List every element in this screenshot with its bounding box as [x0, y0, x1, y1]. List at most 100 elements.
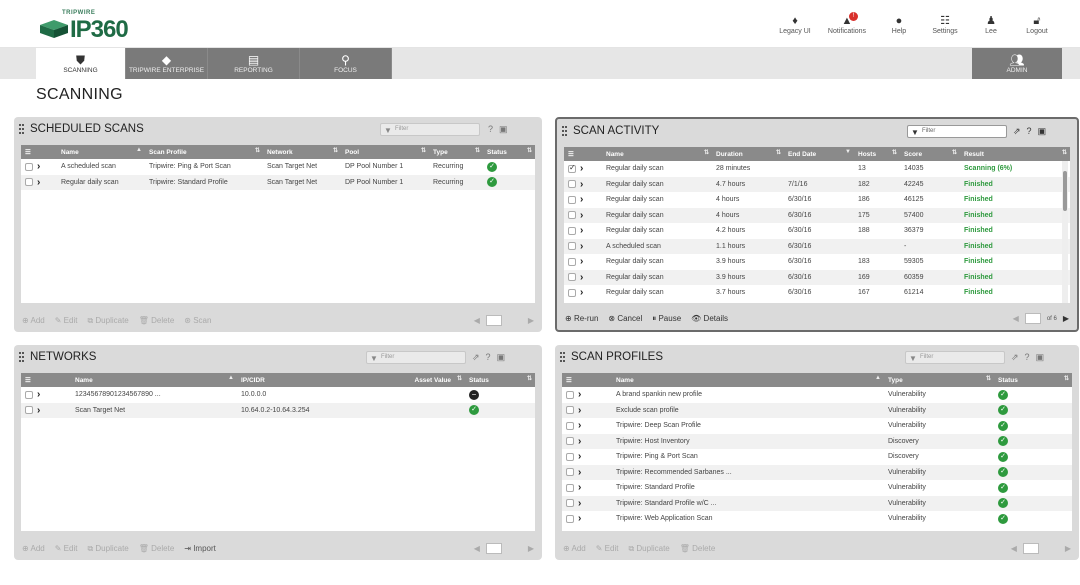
expand-chevron-icon[interactable]: ›	[578, 436, 581, 447]
maximize-icon[interactable]: ▣	[1038, 126, 1047, 137]
table-row[interactable]: › Regular daily scan 28 minutes 13 14035 Scan…	[564, 161, 1070, 177]
col-profile[interactable]: Scan Profile ⇅	[145, 145, 263, 159]
maximize-icon[interactable]: ▣	[1036, 352, 1045, 363]
table-row[interactable]: › Exclude scan profile Vulnerability ✓	[562, 402, 1072, 418]
col-select[interactable]: ☰	[21, 373, 71, 387]
tab-tripwire-enterprise[interactable]: ◆ TRIPWIRE ENTERPRISE	[126, 48, 208, 79]
row-checkbox[interactable]	[568, 163, 576, 173]
table-row[interactable]: › Regular daily scan 3.9 hours 6/30/16 169 60…	[564, 269, 1070, 285]
row-checkbox[interactable]	[566, 452, 574, 461]
tab-focus[interactable]: ⚲ FOCUS	[300, 48, 392, 79]
add-button[interactable]: ⊕ Add	[22, 544, 45, 554]
table-row[interactable]: › Regular daily scan 3.9 hours 6/30/16 183 59…	[564, 254, 1070, 270]
filter-input[interactable]: ▼ Filter	[380, 123, 480, 136]
delete-button[interactable]: 🗑︎ Delete	[139, 544, 175, 554]
col-name[interactable]: Name ▲	[57, 145, 145, 159]
filter-input[interactable]: ▼ Filter	[366, 351, 466, 364]
expand-chevron-icon[interactable]: ›	[580, 241, 583, 252]
table-row[interactable]: › Tripwire: Recommended Sarbanes ... Vulne…	[562, 464, 1072, 480]
row-checkbox[interactable]	[566, 390, 574, 399]
help-icon[interactable]: ?	[1025, 352, 1030, 363]
expand-chevron-icon[interactable]: ›	[580, 163, 583, 174]
tab-reporting[interactable]: ▤ REPORTING	[208, 48, 300, 79]
next-page-icon[interactable]: ▶	[1063, 314, 1069, 323]
col-select[interactable]: ☰	[21, 145, 57, 159]
row-checkbox[interactable]	[568, 195, 576, 204]
expand-chevron-icon[interactable]: ›	[37, 161, 40, 172]
col-type[interactable]: Type ⇅	[884, 373, 994, 387]
expand-chevron-icon[interactable]: ›	[37, 405, 40, 416]
col-select[interactable]: ☰	[564, 147, 602, 161]
help-button[interactable]: ● Help	[876, 14, 922, 35]
expand-chevron-icon[interactable]: ›	[580, 272, 583, 283]
table-row[interactable]: › Regular daily scan 4 hours 6/30/16 175 5740…	[564, 207, 1070, 223]
expand-chevron-icon[interactable]: ›	[37, 177, 40, 188]
row-checkbox[interactable]	[568, 180, 576, 189]
rerun-button[interactable]: ⊕ Re-run	[565, 314, 598, 324]
delete-button[interactable]: 🗑︎ Delete	[139, 316, 175, 326]
edit-button[interactable]: ✎ Edit	[55, 316, 78, 326]
expand-chevron-icon[interactable]: ›	[578, 498, 581, 509]
col-duration[interactable]: Duration ⇅	[712, 147, 784, 161]
logo[interactable]: TRIPWIRE IP360	[40, 10, 140, 43]
table-row[interactable]: › Tripwire: Deep Scan Profile Vulnerabilit…	[562, 418, 1072, 434]
logout-button[interactable]: 🔓︎ Logout	[1014, 14, 1060, 35]
expand-chevron-icon[interactable]: ›	[37, 389, 40, 400]
prev-page-icon[interactable]: ◀	[474, 316, 480, 325]
table-row[interactable]: › Regular daily scan Tripwire: Standard …	[21, 174, 535, 190]
duplicate-button[interactable]: ⧉ Duplicate	[87, 316, 128, 326]
expand-chevron-icon[interactable]: ›	[578, 389, 581, 400]
drag-grip-icon[interactable]	[560, 352, 566, 362]
prev-page-icon[interactable]: ◀	[1011, 544, 1017, 553]
col-type[interactable]: Type ⇅	[429, 145, 483, 159]
table-row[interactable]: › A scheduled scan Tripwire: Ping & Port…	[21, 159, 535, 175]
table-row[interactable]: › A scheduled scan 1.1 hours 6/30/16 - Finish…	[564, 238, 1070, 254]
table-row[interactable]: › Regular daily scan 4 hours 6/30/16 186 4612…	[564, 192, 1070, 208]
table-row[interactable]: › Tripwire: Web Application Scan Vulnerabi…	[562, 511, 1072, 527]
prev-page-icon[interactable]: ◀	[1013, 314, 1019, 323]
col-status[interactable]: Status ⇅	[483, 145, 535, 159]
maximize-icon[interactable]: ▣	[497, 352, 506, 363]
filter-input[interactable]: ▼ Filter	[907, 125, 1007, 138]
expand-chevron-icon[interactable]: ›	[578, 513, 581, 524]
tab-scanning[interactable]: ⛊ SCANNING	[36, 48, 126, 79]
edit-button[interactable]: ✎ Edit	[596, 544, 619, 554]
duplicate-button[interactable]: ⧉ Duplicate	[87, 544, 128, 554]
tab-admin[interactable]: 👥︎ ADMIN	[972, 48, 1062, 79]
expand-chevron-icon[interactable]: ›	[578, 467, 581, 478]
row-checkbox[interactable]	[568, 226, 576, 235]
drag-grip-icon[interactable]	[19, 352, 25, 362]
legacy-ui-button[interactable]: ♦ Legacy UI	[772, 14, 818, 35]
row-checkbox[interactable]	[25, 406, 33, 415]
drag-grip-icon[interactable]	[562, 126, 568, 136]
row-checkbox[interactable]	[568, 288, 576, 297]
cancel-button[interactable]: ⊗ Cancel	[608, 314, 642, 324]
add-button[interactable]: ⊕ Add	[22, 316, 45, 326]
col-network[interactable]: Network ⇅	[263, 145, 341, 159]
col-status[interactable]: Status ⇅	[994, 373, 1072, 387]
col-end-date[interactable]: End Date ▼	[784, 147, 854, 161]
delete-button[interactable]: 🗑︎ Delete	[680, 544, 716, 554]
table-row[interactable]: › A brand spankin new profile Vulnerabilit…	[562, 387, 1072, 403]
expand-chevron-icon[interactable]: ›	[580, 256, 583, 267]
details-button[interactable]: 👁︎ Details	[691, 314, 728, 324]
expand-chevron-icon[interactable]: ›	[580, 194, 583, 205]
help-icon[interactable]: ?	[486, 352, 491, 363]
help-icon[interactable]: ?	[488, 124, 493, 135]
scrollbar-thumb[interactable]	[1063, 171, 1067, 211]
drag-grip-icon[interactable]	[19, 124, 25, 134]
row-checkbox[interactable]	[566, 406, 574, 415]
row-checkbox[interactable]	[566, 421, 574, 430]
pause-button[interactable]: ⏸︎ Pause	[652, 314, 681, 324]
settings-button[interactable]: ☷ Settings	[922, 14, 968, 35]
edit-button[interactable]: ✎ Edit	[55, 544, 78, 554]
col-pool[interactable]: Pool ⇅	[341, 145, 429, 159]
row-checkbox[interactable]	[566, 499, 574, 508]
export-icon[interactable]: ⇗	[1013, 126, 1021, 137]
expand-chevron-icon[interactable]: ›	[578, 451, 581, 462]
col-name[interactable]: Name ▲	[612, 373, 884, 387]
add-button[interactable]: ⊕ Add	[563, 544, 586, 554]
table-row[interactable]: › Regular daily scan 3.7 hours 6/30/16 167 61…	[564, 285, 1070, 301]
filter-input[interactable]: ▼ Filter	[905, 351, 1005, 364]
table-row[interactable]: › Tripwire: Ping & Port Scan Discovery ✓	[562, 449, 1072, 465]
